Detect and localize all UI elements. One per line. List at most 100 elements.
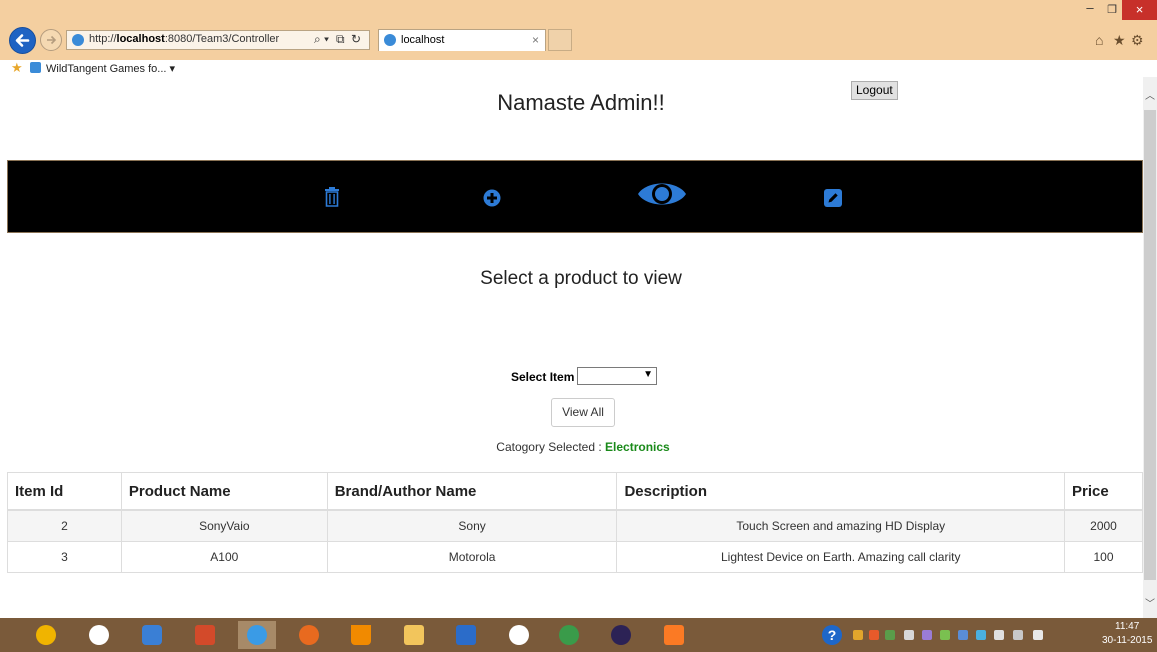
tab-label: localhost [401, 34, 445, 46]
header-description: Description [616, 472, 1065, 511]
edit-icon[interactable] [824, 189, 842, 207]
cell-price: 100 [1064, 541, 1143, 573]
tray-icon[interactable] [958, 630, 968, 640]
taskbar-store[interactable] [186, 621, 224, 649]
cell-price: 2000 [1064, 509, 1143, 542]
network-icon[interactable] [1013, 630, 1023, 640]
header-brand-author: Brand/Author Name [326, 472, 618, 511]
favorites-item[interactable]: WildTangent Games fo... ▾ [46, 62, 175, 75]
forward-button[interactable] [40, 29, 62, 51]
taskbar-chrome[interactable] [550, 621, 588, 649]
search-icon[interactable]: ⌕ ▾ [314, 32, 329, 47]
chevron-down-icon: ▼ [643, 369, 653, 380]
clock-date[interactable]: 30-11-2015 [1102, 635, 1152, 646]
tray-icon[interactable] [885, 630, 895, 640]
category-value: Electronics [605, 440, 670, 454]
address-url: http://localhost:8080/Team3/Controller [89, 33, 280, 45]
cell-brand: Sony [326, 509, 618, 542]
taskbar-tool[interactable] [133, 621, 171, 649]
taskbar-vlc[interactable] [342, 621, 380, 649]
page-content: Namaste Admin!! Logout Select a product … [0, 77, 1143, 618]
tray-icon[interactable] [940, 630, 950, 640]
refresh-icon[interactable]: ↻ [351, 32, 361, 46]
home-icon[interactable]: ⌂ [1095, 32, 1103, 48]
new-tab-button[interactable] [548, 29, 572, 51]
taskbar-internet-explorer[interactable] [238, 621, 276, 649]
firefox-icon [299, 625, 319, 645]
table-header-row: Item Id Product Name Brand/Author Name D… [7, 472, 1143, 511]
ie-page-icon [30, 62, 41, 73]
chevron-down-icon[interactable]: ﹀ [1145, 595, 1155, 610]
arrow-right-icon [47, 35, 57, 45]
cell-item-id: 2 [7, 509, 122, 542]
taskbar-eclipse[interactable] [602, 621, 640, 649]
cell-product-name: SonyVaio [120, 509, 328, 542]
play-icon [456, 625, 476, 645]
add-favorite-icon[interactable]: ★ [11, 60, 23, 76]
back-button[interactable] [9, 27, 36, 54]
ie-page-icon [384, 34, 396, 46]
vertical-scrollbar[interactable]: ︿ ﹀ [1143, 77, 1157, 618]
chevron-up-icon[interactable]: ︿ [1145, 87, 1155, 102]
admin-navbar [7, 160, 1143, 233]
taskbar-firefox[interactable] [290, 621, 328, 649]
item-select-dropdown[interactable]: ▼ [577, 367, 657, 385]
xampp-icon [664, 625, 684, 645]
trash-icon[interactable] [324, 187, 340, 207]
taskbar-webcam[interactable] [500, 621, 538, 649]
tab-localhost[interactable]: localhost × [378, 29, 546, 51]
eye-icon[interactable] [637, 177, 687, 211]
scrollbar-thumb[interactable] [1144, 110, 1156, 580]
taskbar-file-explorer[interactable] [395, 621, 433, 649]
tray-icon[interactable] [994, 630, 1004, 640]
help-icon[interactable]: ? [822, 625, 842, 645]
window-close-button[interactable]: × [1122, 0, 1157, 20]
tool-icon [142, 625, 162, 645]
arrow-left-icon [15, 34, 30, 47]
cell-product-name: A100 [120, 541, 328, 573]
vlc-icon [351, 625, 371, 645]
taskbar-xampp[interactable] [655, 621, 693, 649]
tray-icon[interactable] [869, 630, 879, 640]
clock-time[interactable]: 11:47 [1115, 621, 1139, 632]
hp-icon [89, 625, 109, 645]
tray-icon[interactable] [922, 630, 932, 640]
header-price: Price [1064, 472, 1143, 511]
cell-brand: Motorola [326, 541, 618, 573]
select-item-label: Select Item [511, 370, 575, 384]
logout-button[interactable]: Logout [851, 81, 898, 100]
cell-item-id: 3 [7, 541, 122, 573]
favorites-star-icon[interactable]: ★ [1113, 32, 1126, 49]
header-product-name: Product Name [120, 472, 328, 511]
view-all-button[interactable]: View All [551, 398, 615, 427]
volume-icon[interactable] [1033, 630, 1043, 640]
ie-page-icon [72, 34, 84, 46]
store-icon [195, 625, 215, 645]
chrome-icon [559, 625, 579, 645]
add-icon[interactable] [483, 189, 501, 207]
folder-icon [404, 625, 424, 645]
table-row: 2 SonyVaio Sony Touch Screen and amazing… [7, 509, 1143, 542]
section-heading: Select a product to view [480, 268, 682, 289]
cell-description: Touch Screen and amazing HD Display [616, 509, 1065, 542]
taskbar-media[interactable] [447, 621, 485, 649]
header-item-id: Item Id [7, 472, 122, 511]
category-selected-text: Catogory Selected : Electronics [0, 440, 1143, 454]
close-icon[interactable]: × [532, 33, 539, 47]
favorites-bar: ★ WildTangent Games fo... ▾ [0, 60, 1157, 78]
gear-icon[interactable]: ⚙ [1131, 32, 1144, 49]
products-table: Item Id Product Name Brand/Author Name D… [7, 472, 1143, 573]
webcam-icon [509, 625, 529, 645]
minimize-button[interactable]: – [1079, 0, 1101, 20]
maximize-button[interactable]: ❐ [1101, 0, 1123, 20]
tray-icon[interactable] [853, 630, 863, 640]
tray-icon[interactable] [976, 630, 986, 640]
taskbar-media-player[interactable] [27, 621, 65, 649]
compatibility-icon[interactable]: ⧉ [336, 32, 345, 47]
taskbar-hp[interactable] [80, 621, 118, 649]
media-player-icon [36, 625, 56, 645]
tray-icon[interactable] [904, 630, 914, 640]
address-bar[interactable]: http://localhost:8080/Team3/Controller ⌕… [66, 30, 370, 50]
browser-titlebar: http://localhost:8080/Team3/Controller ⌕… [0, 0, 1157, 60]
windows-taskbar: ? 11:47 30-11-2015 [0, 618, 1157, 652]
